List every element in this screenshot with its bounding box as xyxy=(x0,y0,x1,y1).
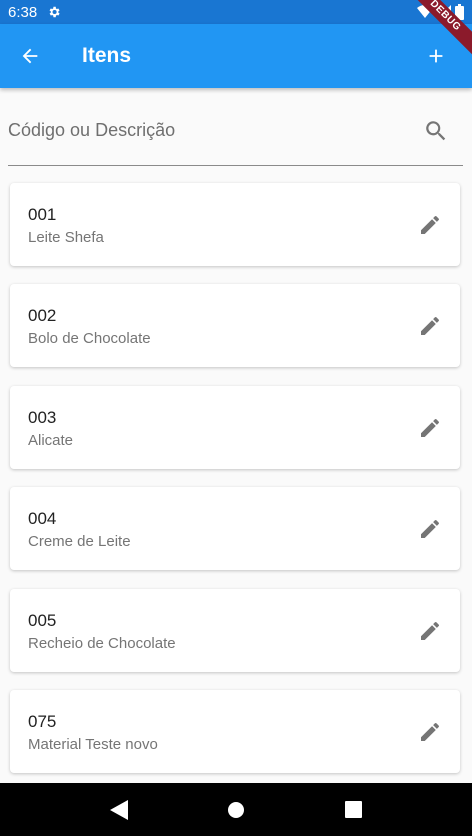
item-description: Bolo de Chocolate xyxy=(28,330,151,348)
edit-icon[interactable] xyxy=(418,517,442,541)
list-item[interactable]: 004 Creme de Leite xyxy=(10,487,460,571)
status-time: 6:38 xyxy=(8,3,38,21)
edit-icon[interactable] xyxy=(418,213,442,237)
items-list: 001 Leite Shefa 002 Bolo de Chocolate 00… xyxy=(10,183,460,791)
edit-icon[interactable] xyxy=(418,720,442,744)
back-triangle-icon xyxy=(109,799,128,820)
item-code: 002 xyxy=(28,306,57,326)
item-description: Creme de Leite xyxy=(28,533,131,551)
item-code: 001 xyxy=(28,205,57,224)
search-icon[interactable] xyxy=(423,118,449,144)
back-button[interactable] xyxy=(0,24,60,88)
arrow-back-icon xyxy=(22,48,38,64)
edit-icon[interactable] xyxy=(418,314,442,338)
gear-icon xyxy=(49,6,60,18)
nav-home-button[interactable] xyxy=(216,790,256,830)
item-code: 005 xyxy=(28,610,57,630)
item-code: 075 xyxy=(28,711,57,731)
search-input[interactable] xyxy=(8,112,408,148)
item-code: 004 xyxy=(28,509,57,529)
item-description: Alicate xyxy=(28,431,74,449)
app-bar: Itens xyxy=(0,24,472,88)
nav-recents-button[interactable] xyxy=(333,790,373,830)
home-circle-icon xyxy=(227,801,244,818)
system-nav-bar xyxy=(0,783,472,836)
edit-icon[interactable] xyxy=(418,416,442,440)
edit-icon[interactable] xyxy=(418,619,442,643)
item-description: Recheio de Chocolate xyxy=(28,634,176,652)
list-item[interactable]: 001 Leite Shefa xyxy=(10,183,460,266)
nav-back-button[interactable] xyxy=(99,790,139,830)
search-field xyxy=(8,100,463,166)
item-description: Leite Shefa xyxy=(28,229,104,246)
recents-square-icon xyxy=(344,801,362,818)
add-icon xyxy=(429,49,443,63)
status-bar: 6:38 xyxy=(0,0,472,24)
list-item[interactable]: 002 Bolo de Chocolate xyxy=(10,284,460,368)
list-item[interactable]: 005 Recheio de Chocolate xyxy=(10,588,460,672)
list-item[interactable]: 075 Material Teste novo xyxy=(10,689,460,773)
page-title: Itens xyxy=(82,44,132,67)
item-code: 003 xyxy=(28,407,57,427)
item-description: Material Teste novo xyxy=(28,735,158,753)
list-item[interactable]: 003 Alicate xyxy=(10,385,460,469)
